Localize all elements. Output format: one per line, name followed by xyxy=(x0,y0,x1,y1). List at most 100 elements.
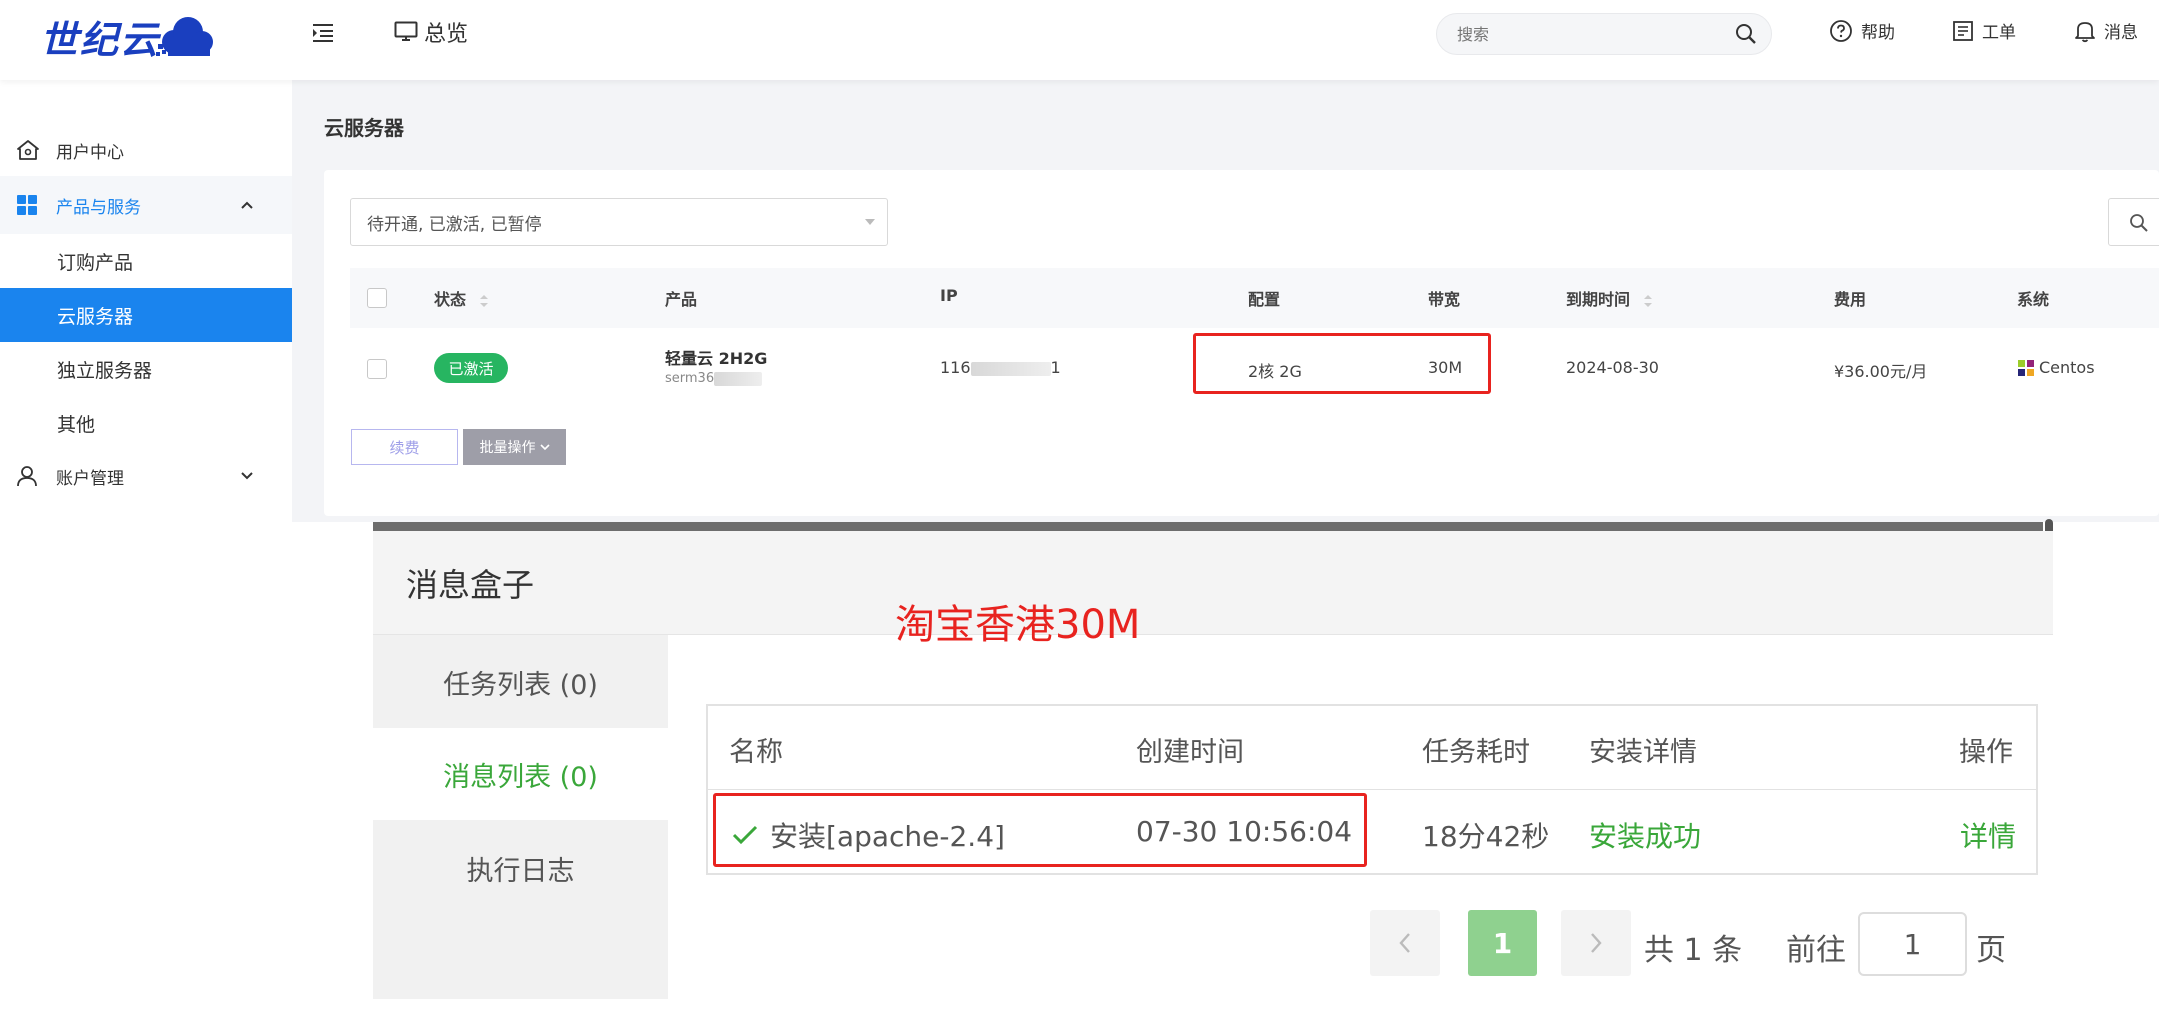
search-icon[interactable] xyxy=(1735,23,1757,45)
monitor-icon xyxy=(394,21,418,41)
sidebar-item-products-services[interactable]: 产品与服务 xyxy=(0,176,292,234)
help-link[interactable]: 帮助 xyxy=(1829,18,1895,43)
sidebar-item-dedicated-server[interactable]: 独立服务器 xyxy=(0,342,292,396)
sort-icon xyxy=(479,294,488,307)
column-header-created: 创建时间 xyxy=(1136,737,1244,768)
sidebar-item-other[interactable]: 其他 xyxy=(0,396,292,450)
annotation-text: 淘宝香港30M xyxy=(895,602,1141,648)
sidebar-item-account-management[interactable]: 账户管理 xyxy=(0,456,292,496)
menu-collapse-icon[interactable] xyxy=(310,20,336,46)
sidebar-item-label: 订购产品 xyxy=(57,251,134,274)
column-header-status[interactable]: 状态 xyxy=(434,286,488,310)
cloud-logo-icon xyxy=(156,17,214,56)
ip-prefix: 116 xyxy=(940,358,971,377)
grid-icon xyxy=(17,195,37,215)
global-search[interactable] xyxy=(1436,13,1772,55)
annotation-highlight-box xyxy=(713,793,1367,867)
column-header-ip: IP xyxy=(940,286,958,305)
caret-down-icon xyxy=(865,219,875,225)
batch-actions-button[interactable]: 批量操作 xyxy=(463,429,566,465)
status-filter-select[interactable]: 待开通, 已激活, 已暂停 xyxy=(350,198,888,246)
chevron-up-icon xyxy=(241,201,253,209)
fee-value: ¥36.00元/月 xyxy=(1834,362,1928,381)
column-header-fee: 费用 xyxy=(1834,290,1867,309)
chevron-down-icon xyxy=(539,444,550,451)
detail-link[interactable]: 详情 xyxy=(1960,815,2016,855)
sidebar-item-label: 账户管理 xyxy=(56,468,124,489)
os-label: Centos xyxy=(2039,358,2095,377)
total-count: 共 1 条 xyxy=(1644,933,1743,968)
message-box-header xyxy=(373,531,2053,635)
next-page-button[interactable] xyxy=(1561,910,1631,976)
ip-address: 116 1 xyxy=(940,358,1061,377)
ticket-link[interactable]: 工单 xyxy=(1952,18,2016,43)
column-header-name: 名称 xyxy=(729,737,783,768)
ip-suffix: 1 xyxy=(1050,358,1061,377)
redacted-text xyxy=(970,361,1051,376)
column-header-product: 产品 xyxy=(665,290,698,309)
expiry-value: 2024-08-30 xyxy=(1566,358,1659,377)
annotation-highlight-box xyxy=(1193,333,1491,394)
home-icon xyxy=(17,140,39,160)
user-icon xyxy=(17,466,37,487)
sidebar-item-label: 其他 xyxy=(57,413,96,436)
batch-actions-label: 批量操作 xyxy=(479,440,536,456)
tab-message-list[interactable]: 消息列表 (0) xyxy=(373,728,668,820)
status-badge: 已激活 xyxy=(434,353,508,383)
column-header-label: 状态 xyxy=(434,290,467,309)
list-search-button[interactable] xyxy=(2108,198,2159,246)
centos-logo-icon xyxy=(2018,359,2034,376)
sidebar-item-user-center[interactable]: 用户中心 xyxy=(0,130,292,170)
sort-icon xyxy=(1643,294,1652,307)
ticket-icon xyxy=(1953,20,1973,41)
goto-label: 前往 xyxy=(1786,933,1846,968)
product-name-link[interactable]: 轻量云 2H2G xyxy=(665,345,767,369)
column-header-os: 系统 xyxy=(2017,290,2050,309)
page-title: 云服务器 xyxy=(324,116,404,140)
goto-page-input[interactable]: 1 xyxy=(1858,912,1967,976)
column-header-bandwidth: 带宽 xyxy=(1428,290,1461,309)
os-value: Centos xyxy=(2017,358,2095,377)
chevron-down-icon xyxy=(241,472,253,480)
help-label: 帮助 xyxy=(1861,23,1895,43)
column-header-expiry[interactable]: 到期时间 xyxy=(1566,286,1652,310)
help-icon xyxy=(1830,19,1852,42)
column-header-label: 到期时间 xyxy=(1566,290,1631,309)
column-header-config: 配置 xyxy=(1248,290,1281,309)
task-duration: 18分42秒 xyxy=(1422,820,1550,853)
tab-execution-log[interactable]: 执行日志 xyxy=(373,823,668,913)
search-input[interactable] xyxy=(1457,14,1717,54)
install-status: 安装成功 xyxy=(1589,820,1702,853)
sidebar-item-label: 独立服务器 xyxy=(57,359,153,382)
select-all-checkbox[interactable] xyxy=(367,288,387,308)
filter-value: 待开通, 已激活, 已暂停 xyxy=(367,214,542,235)
tab-task-list[interactable]: 任务列表 (0) xyxy=(373,636,668,728)
sidebar-item-label: 用户中心 xyxy=(56,142,124,163)
brand-logo[interactable]: 世纪云 xyxy=(40,10,216,62)
row-checkbox[interactable] xyxy=(367,359,387,379)
message-box-title: 消息盒子 xyxy=(406,566,535,604)
sidebar-item-order-products[interactable]: 订购产品 xyxy=(0,234,292,288)
renew-button[interactable]: 续费 xyxy=(351,429,458,465)
sidebar-item-cloud-server[interactable]: 云服务器 xyxy=(0,288,292,342)
top-header: 世纪云 总览 搜索 帮助 工单 消息 xyxy=(0,0,2159,80)
overview-label: 总览 xyxy=(424,22,469,47)
dialog-top-border xyxy=(373,522,2043,531)
page-suffix: 页 xyxy=(1976,933,2006,968)
page-1-button[interactable]: 1 xyxy=(1468,910,1537,976)
prev-page-button[interactable] xyxy=(1370,910,1440,976)
chevron-right-icon xyxy=(1591,933,1602,953)
sidebar-item-label: 产品与服务 xyxy=(56,197,141,218)
message-label: 消息 xyxy=(2104,23,2138,43)
search-icon xyxy=(2130,214,2148,232)
ticket-label: 工单 xyxy=(1982,23,2016,43)
sidebar-item-label: 云服务器 xyxy=(57,305,134,328)
sidebar: 用户中心 产品与服务 订购产品 云服务器 独立服务器 其他 账户管理 xyxy=(0,80,292,520)
column-header-install-detail: 安装详情 xyxy=(1589,737,1697,768)
redacted-text xyxy=(714,371,763,386)
overview-link[interactable]: 总览 xyxy=(394,16,468,48)
messages-link[interactable]: 消息 xyxy=(2074,18,2138,43)
table-divider xyxy=(708,789,2036,790)
bell-icon xyxy=(2075,21,2095,42)
column-header-action: 操作 xyxy=(1959,737,2013,768)
